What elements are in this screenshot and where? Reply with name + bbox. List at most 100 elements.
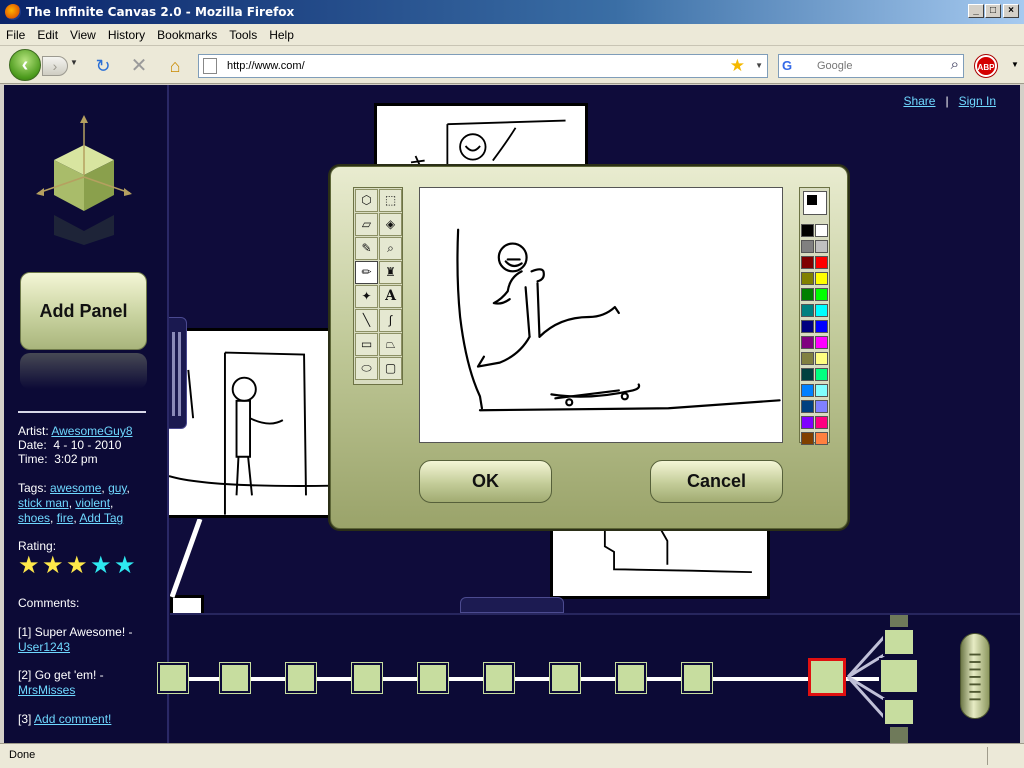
- comic-panel-top[interactable]: [374, 103, 588, 169]
- color-swatch[interactable]: [801, 416, 814, 429]
- ok-button[interactable]: OK: [419, 460, 552, 503]
- color-swatch[interactable]: [815, 432, 828, 445]
- cancel-button[interactable]: Cancel: [650, 460, 783, 503]
- menu-history[interactable]: History: [102, 24, 151, 42]
- star-icon[interactable]: ★: [66, 554, 90, 579]
- share-link[interactable]: Share: [903, 94, 935, 108]
- color-swatch[interactable]: [815, 400, 828, 413]
- color-swatch[interactable]: [815, 256, 828, 269]
- text-tool-icon[interactable]: A: [379, 285, 402, 308]
- add-tag-link[interactable]: Add Tag: [79, 511, 123, 525]
- tag-link[interactable]: violent: [75, 496, 110, 510]
- star-icon[interactable]: ★: [18, 554, 42, 579]
- comment-user-link[interactable]: MrsMisses: [18, 683, 75, 697]
- menu-file[interactable]: File: [0, 24, 31, 42]
- search-icon[interactable]: ⌕: [951, 56, 959, 73]
- color-swatch[interactable]: [801, 240, 814, 253]
- rating-stars[interactable]: ★ ★ ★ ★ ★: [18, 554, 138, 579]
- artist-link[interactable]: AwesomeGuy8: [51, 424, 132, 438]
- color-swatch[interactable]: [815, 416, 828, 429]
- color-swatch[interactable]: [801, 272, 814, 285]
- timeline-frame[interactable]: [286, 663, 316, 693]
- tag-link[interactable]: stick man: [18, 496, 69, 510]
- color-swatch[interactable]: [801, 224, 814, 237]
- timeline-frame[interactable]: [220, 663, 250, 693]
- free-select-tool-icon[interactable]: ⬡: [355, 189, 378, 212]
- forward-button[interactable]: ›: [42, 56, 68, 76]
- color-swatch[interactable]: [801, 352, 814, 365]
- rect-select-tool-icon[interactable]: ⬚: [379, 189, 402, 212]
- menu-edit[interactable]: Edit: [31, 24, 64, 42]
- eraser-tool-icon[interactable]: ▱: [355, 213, 378, 236]
- comic-panel-bottom[interactable]: [550, 525, 770, 599]
- menu-bookmarks[interactable]: Bookmarks: [151, 24, 223, 42]
- magnifier-tool-icon[interactable]: ⌕: [379, 237, 402, 260]
- timeline-frame[interactable]: [158, 663, 188, 693]
- tag-link[interactable]: shoes: [18, 511, 50, 525]
- tag-link[interactable]: guy: [108, 481, 126, 495]
- address-url[interactable]: http://www.com/: [227, 60, 305, 72]
- airbrush-tool-icon[interactable]: ✦: [355, 285, 378, 308]
- color-swatch[interactable]: [815, 224, 828, 237]
- tag-link[interactable]: fire: [57, 511, 74, 525]
- color-swatch[interactable]: [801, 288, 814, 301]
- home-icon[interactable]: ⌂: [164, 55, 186, 77]
- color-swatch[interactable]: [815, 240, 828, 253]
- star-icon[interactable]: ★: [90, 554, 114, 579]
- sign-in-link[interactable]: Sign In: [959, 94, 996, 108]
- color-swatch[interactable]: [801, 368, 814, 381]
- current-color[interactable]: [803, 191, 827, 215]
- color-swatch[interactable]: [801, 320, 814, 333]
- google-icon[interactable]: G: [782, 58, 800, 74]
- timeline-frame-selected[interactable]: [808, 658, 846, 696]
- maximize-button[interactable]: □: [985, 4, 1001, 18]
- reload-icon[interactable]: ↻: [92, 55, 114, 77]
- add-comment-link[interactable]: Add comment!: [34, 712, 111, 726]
- foreground-color[interactable]: [806, 194, 818, 206]
- minimize-button[interactable]: _: [968, 4, 984, 18]
- timeline-frame[interactable]: [352, 663, 382, 693]
- line-tool-icon[interactable]: ╲: [355, 309, 378, 332]
- star-icon[interactable]: ★: [42, 554, 66, 579]
- bookmark-star-icon[interactable]: ★: [730, 56, 745, 76]
- addon-dropdown-icon[interactable]: ▼: [1011, 60, 1019, 69]
- fill-tool-icon[interactable]: ◈: [379, 213, 402, 236]
- star-icon[interactable]: ★: [114, 554, 138, 579]
- comic-panel-left[interactable]: [166, 328, 336, 518]
- timeline-frame[interactable]: [484, 663, 514, 693]
- color-swatch[interactable]: [815, 272, 828, 285]
- panel-scroll-tab[interactable]: [167, 317, 187, 429]
- menu-view[interactable]: View: [64, 24, 102, 42]
- color-swatch[interactable]: [801, 256, 814, 269]
- timeline-frame[interactable]: [418, 663, 448, 693]
- close-window-button[interactable]: ×: [1003, 4, 1019, 18]
- timeline-frame[interactable]: [616, 663, 646, 693]
- timeline-handle[interactable]: [460, 597, 564, 613]
- timeline-scroll-grip[interactable]: [960, 633, 990, 719]
- color-swatch[interactable]: [801, 304, 814, 317]
- color-swatch[interactable]: [815, 352, 828, 365]
- timeline-frame[interactable]: [550, 663, 580, 693]
- color-swatch[interactable]: [815, 336, 828, 349]
- color-swatch[interactable]: [815, 320, 828, 333]
- timeline-frame[interactable]: [682, 663, 712, 693]
- polygon-tool-icon[interactable]: ⏢: [379, 333, 402, 356]
- ellipse-tool-icon[interactable]: ⬭: [355, 357, 378, 380]
- color-swatch[interactable]: [815, 304, 828, 317]
- address-dropdown-icon[interactable]: ▼: [755, 61, 763, 70]
- comment-user-link[interactable]: User1243: [18, 640, 70, 654]
- color-swatch[interactable]: [815, 368, 828, 381]
- back-button[interactable]: ‹: [9, 49, 41, 81]
- color-swatch[interactable]: [801, 336, 814, 349]
- search-box[interactable]: G Google ⌕: [778, 54, 964, 78]
- pencil-tool-icon[interactable]: ✏: [355, 261, 378, 284]
- color-swatch[interactable]: [801, 432, 814, 445]
- color-swatch[interactable]: [815, 288, 828, 301]
- rectangle-tool-icon[interactable]: ▭: [355, 333, 378, 356]
- menu-tools[interactable]: Tools: [223, 24, 263, 42]
- color-swatch[interactable]: [801, 400, 814, 413]
- color-picker-tool-icon[interactable]: ✎: [355, 237, 378, 260]
- color-swatch[interactable]: [815, 384, 828, 397]
- address-bar[interactable]: http://www.com/ ★ ▼: [198, 54, 768, 78]
- stop-icon[interactable]: ✕: [128, 55, 150, 77]
